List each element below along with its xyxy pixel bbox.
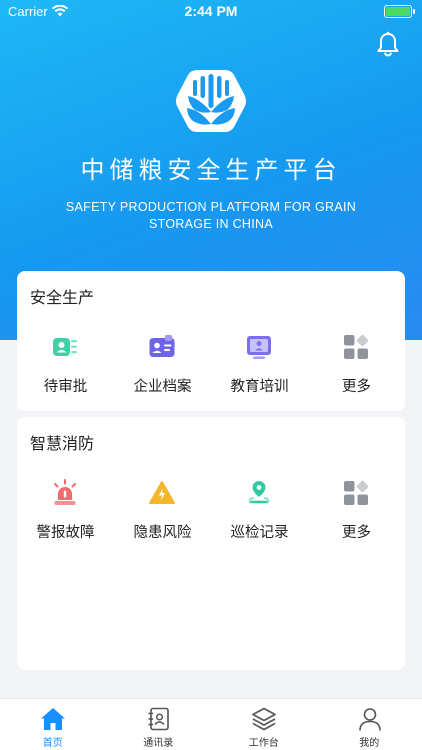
grid-item-label: 巡检记录 xyxy=(230,525,289,541)
alarm-fault-button[interactable]: 警报故障 xyxy=(17,479,114,541)
grid-item-label: 更多 xyxy=(342,525,371,541)
safety-production-grid: 待审批 企业档案 教育培训 更多 xyxy=(17,333,405,395)
tab-contacts[interactable]: 通讯录 xyxy=(106,699,212,750)
more-button[interactable]: 更多 xyxy=(308,333,405,395)
training-icon xyxy=(247,336,271,359)
inspection-record-button[interactable]: 巡检记录 xyxy=(211,479,308,541)
hazard-warning-icon xyxy=(149,481,175,504)
tab-label: 工作台 xyxy=(248,738,279,749)
grid-item-label: 警报故障 xyxy=(36,525,95,541)
contacts-icon xyxy=(148,707,169,731)
tab-home[interactable]: 首页 xyxy=(0,699,106,750)
tab-label: 我的 xyxy=(359,738,380,749)
layers-icon xyxy=(252,707,276,731)
grid-item-label: 教育培训 xyxy=(230,379,289,395)
pending-approval-button[interactable]: 待审批 xyxy=(17,333,114,395)
tab-bar: 首页 通讯录 工作台 我的 xyxy=(0,698,422,750)
bell-icon[interactable] xyxy=(376,31,400,57)
status-time: 2:44 PM xyxy=(184,3,238,19)
grid-item-label: 企业档案 xyxy=(133,379,192,395)
enterprise-file-button[interactable]: 企业档案 xyxy=(114,333,211,395)
status-bar: Carrier 2:44 PM xyxy=(0,0,422,24)
grid-item-label: 隐患风险 xyxy=(133,525,192,541)
grain-logo-icon xyxy=(176,70,246,132)
section-title: 安全生产 xyxy=(30,288,95,307)
app-title: 中储粮安全生产平台 xyxy=(80,156,342,184)
hazard-risk-button[interactable]: 隐患风险 xyxy=(114,479,211,541)
app-subtitle: SAFETY PRODUCTION PLATFORM FOR GRAIN STO… xyxy=(65,200,357,231)
grid-item-label: 更多 xyxy=(342,379,371,395)
education-training-button[interactable]: 教育培训 xyxy=(211,333,308,395)
user-icon xyxy=(358,708,381,731)
inspection-location-icon xyxy=(248,481,270,504)
safety-production-card: 安全生产 待审批 企业档案 教育培训 更多 xyxy=(17,271,405,411)
alarm-icon xyxy=(54,479,76,505)
enterprise-file-icon xyxy=(149,335,175,357)
approval-icon xyxy=(53,338,77,356)
tab-label: 通讯录 xyxy=(143,738,174,749)
battery-icon xyxy=(384,5,415,18)
home-icon xyxy=(41,708,65,730)
more-grid-icon xyxy=(344,334,369,359)
tab-workbench[interactable]: 工作台 xyxy=(211,699,317,750)
section-title: 智慧消防 xyxy=(30,434,95,453)
smart-fire-card: 智慧消防 警报故障 隐患风险 巡检记录 更多 xyxy=(17,417,405,670)
tab-label: 首页 xyxy=(42,738,63,749)
more-button[interactable]: 更多 xyxy=(308,479,405,541)
tab-mine[interactable]: 我的 xyxy=(317,699,422,750)
grid-item-label: 待审批 xyxy=(43,379,88,395)
more-grid-icon xyxy=(344,480,369,505)
smart-fire-grid: 警报故障 隐患风险 巡检记录 更多 xyxy=(17,479,405,541)
